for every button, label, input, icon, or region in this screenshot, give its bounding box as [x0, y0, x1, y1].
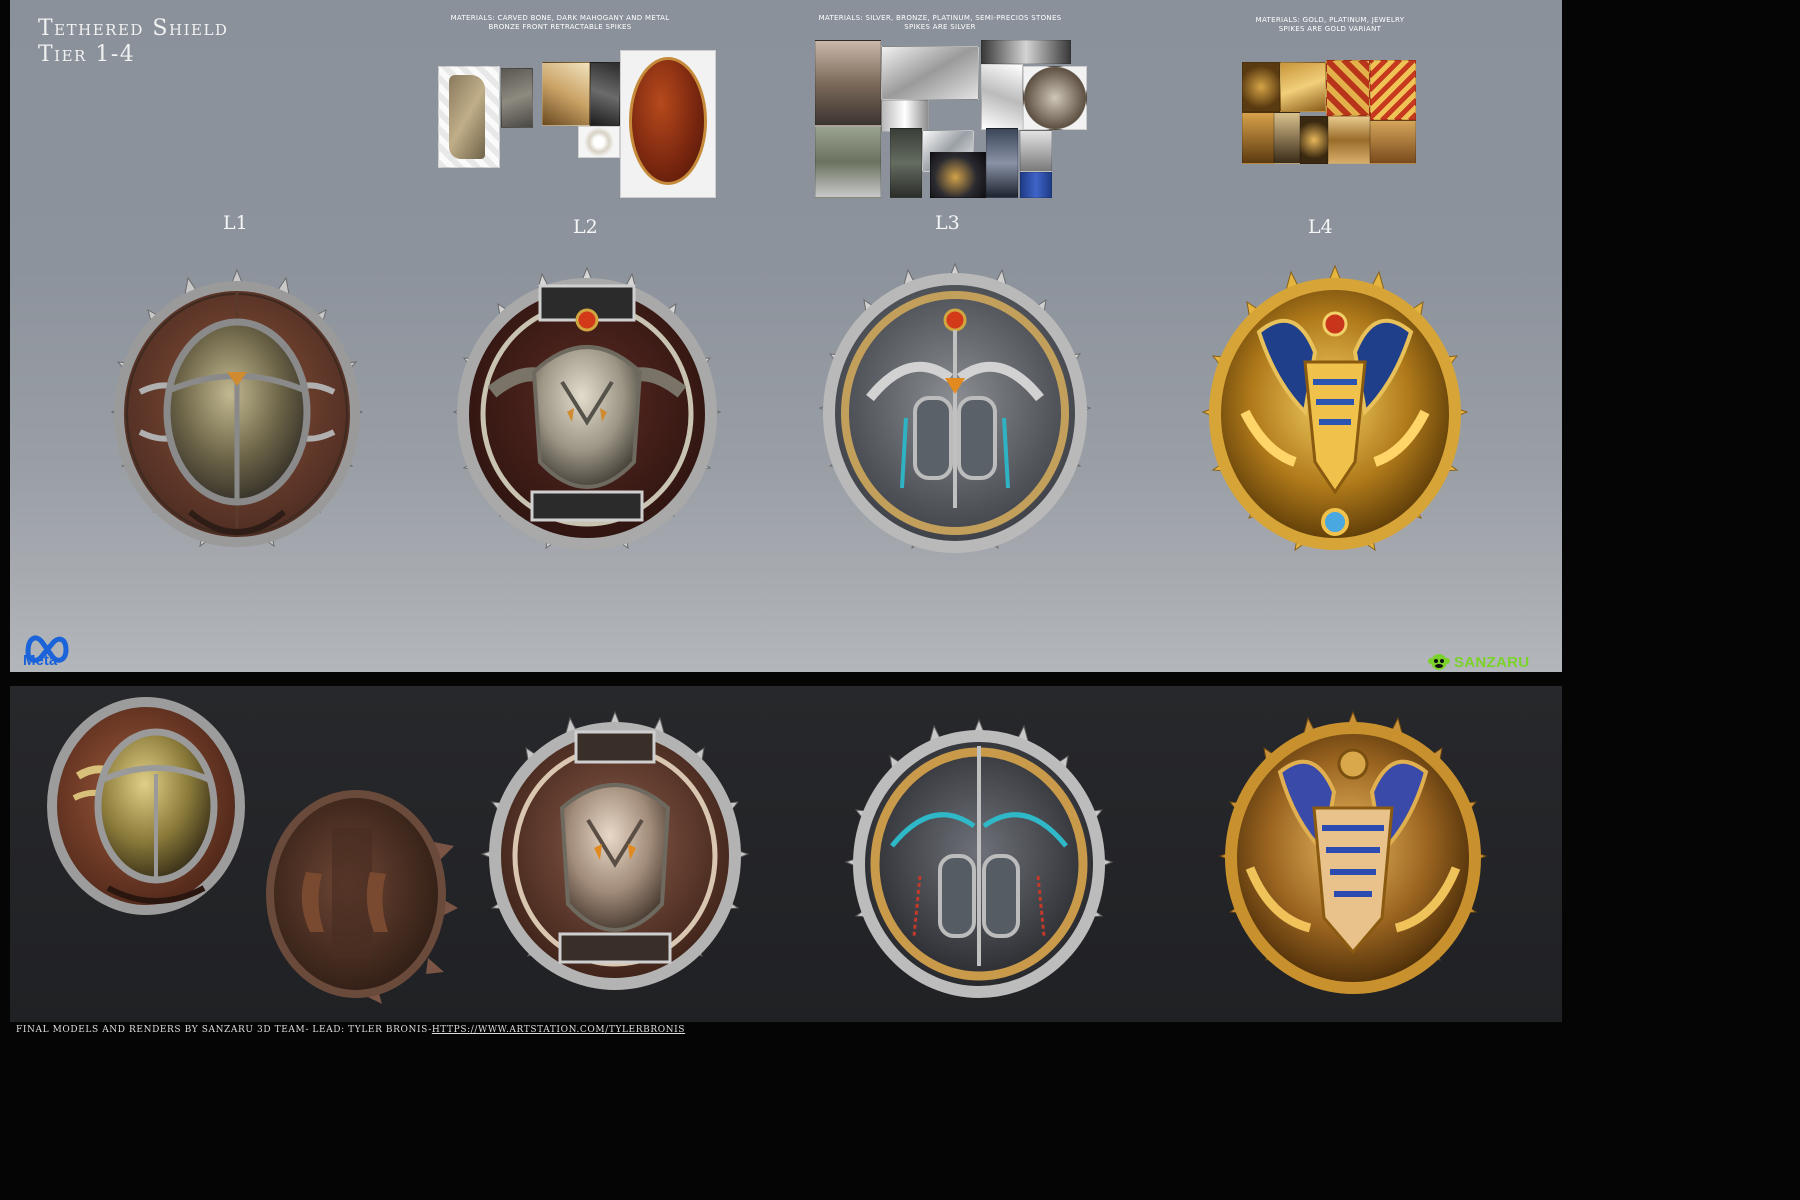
reference-image-armor-figure — [815, 40, 881, 126]
shield-render-l3 — [844, 718, 1114, 998]
reference-image-carving — [501, 68, 533, 128]
reference-image-pattern-red — [1326, 60, 1370, 116]
shield-concept-l2 — [452, 266, 722, 550]
sheet-title-tier: Tier 1-4 — [38, 42, 136, 67]
reference-image-gold-mask — [1242, 112, 1274, 164]
level-label-l3: L3 — [935, 212, 960, 234]
level-label-l1: L1 — [223, 212, 248, 234]
monkey-icon — [1428, 654, 1450, 670]
reference-image-ring — [578, 126, 620, 158]
sheet-title: Tethered Shield Tier 1-4 — [38, 16, 228, 68]
artstation-link[interactable]: https://www.artstation.com/tylerbronis — [432, 1025, 685, 1035]
reference-image-knight — [890, 128, 922, 198]
reference-image-mahogany-shield — [620, 50, 716, 198]
shield-render-l1-front — [47, 697, 245, 915]
shield-render-l1-back — [266, 790, 458, 1004]
materials-note-l3: Materials: Silver, bronze, platinum, sem… — [818, 14, 1062, 31]
reference-image-winged-silver — [981, 40, 1071, 64]
materials-note-l2: Materials: Carved bone, dark mahogany an… — [450, 14, 670, 31]
reference-image-horn — [542, 62, 590, 126]
sanzaru-logo: SANZARU — [1428, 650, 1529, 672]
reference-image-cat-statue — [1274, 112, 1300, 164]
reference-image-blades — [590, 62, 620, 126]
concept-sheet-panel: Tethered Shield Tier 1-4 Materials: Carv… — [10, 0, 1562, 672]
level-label-l4: L4 — [1308, 216, 1333, 238]
reference-image-gold-relief — [1280, 62, 1326, 112]
reference-image-gem — [1020, 172, 1052, 198]
reference-image-silver-scarab — [881, 46, 979, 100]
sheet-title-main: Tethered Shield — [38, 16, 229, 41]
materials-note-l4: Materials: Gold, platinum, jewelry spike… — [1255, 16, 1405, 33]
shield-concept-l1 — [110, 268, 364, 548]
shield-render-l4 — [1218, 710, 1488, 994]
reference-image-bone — [438, 66, 500, 168]
reference-image-gold-medallion — [1242, 62, 1280, 112]
shield-render-l2 — [480, 710, 750, 990]
reference-image-ornament — [986, 128, 1018, 198]
meta-logo-text: Meta — [23, 652, 58, 669]
reference-image-pattern-gold — [1370, 60, 1416, 120]
shield-concept-l3 — [818, 262, 1092, 553]
credits-line: Final models and renders by Sanzaru 3D T… — [16, 1025, 685, 1035]
level-label-l2: L2 — [573, 216, 598, 238]
reference-image-gold-figure — [1300, 116, 1328, 164]
reference-image-gold-collar — [1328, 116, 1370, 164]
shield-concept-l4 — [1201, 264, 1469, 552]
credits-text: Final models and renders by Sanzaru 3D T… — [16, 1025, 432, 1035]
reference-image-figure — [1020, 130, 1052, 172]
sanzaru-logo-text: SANZARU — [1454, 653, 1530, 671]
reference-image-breastplate — [815, 126, 881, 198]
reference-image-gold-box — [1370, 120, 1416, 164]
reference-image-jeweled-ring — [930, 152, 986, 198]
reference-image-silver-relief — [1023, 66, 1087, 130]
final-renders-panel — [10, 686, 1562, 1022]
reference-image-dagger — [981, 64, 1023, 130]
